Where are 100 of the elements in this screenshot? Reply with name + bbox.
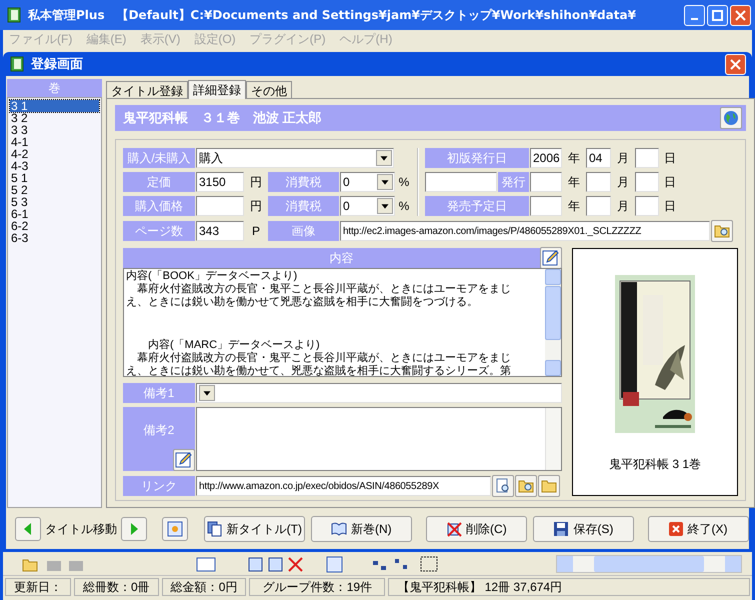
new-title-button[interactable]: 新タイトル(T) [204, 516, 305, 542]
dropdown[interactable]: 0 [340, 172, 395, 192]
delete-button[interactable]: 削除(C) [426, 516, 527, 542]
text-field[interactable]: 2006 [530, 148, 562, 168]
save-button[interactable]: 保存(S) [532, 516, 634, 542]
list-item[interactable]: 5 2 [10, 184, 99, 196]
folder-search-icon [714, 224, 730, 238]
field-label: 発売予定日 [425, 196, 529, 216]
list-item[interactable]: 3 3 [10, 124, 99, 136]
unit-label: 日 [663, 174, 677, 191]
status-field: 総冊数：0冊 [74, 578, 159, 596]
status-field: グループ件数：19件 [249, 578, 386, 596]
list-item[interactable]: 3 2 [10, 112, 99, 124]
caret-icon [376, 150, 392, 166]
documents-icon [206, 520, 223, 536]
maximize-icon [712, 10, 723, 20]
list-item[interactable]: 4-2 [10, 148, 99, 160]
list-item[interactable]: 5 1 [10, 172, 99, 184]
status-field: 【鬼平犯科帳】 12冊 37,674円 [388, 578, 750, 596]
folder-search-button[interactable] [515, 475, 537, 497]
browse-button[interactable] [492, 475, 514, 497]
close-icon [730, 58, 741, 70]
text-field[interactable] [635, 172, 659, 192]
maximize-button[interactable] [707, 4, 728, 26]
field-label: 購入価格 [123, 196, 195, 216]
unit-label: 日 [663, 198, 677, 215]
new-volume-button[interactable]: 新巻(N) [310, 516, 412, 542]
list-header: 巻 [7, 79, 102, 97]
text-field[interactable] [530, 172, 562, 192]
book-icon [331, 520, 347, 536]
folder-button[interactable] [538, 475, 560, 497]
image-search-button[interactable] [711, 220, 733, 242]
list-item[interactable]: 3 1 [10, 100, 99, 112]
list-item[interactable]: 4-1 [10, 136, 99, 148]
field-label: ページ数 [123, 221, 195, 241]
description-line: 幕府火付盗賊改方の長官・鬼平こと長谷川平蔵が、ときにはユーモアをまじ [136, 352, 512, 365]
text-field[interactable]: 04 [586, 148, 611, 168]
field-label: 消費税 [268, 196, 339, 216]
field-label: 備考2 [144, 422, 174, 439]
text-field[interactable] [196, 196, 244, 216]
description-line: え、ときには鋭い勘を働かせて兇悪な盗賊を相手に大奮闘をつづける。 [126, 296, 479, 309]
text-field[interactable] [635, 196, 659, 216]
status-field: 総金額：0円 [162, 578, 246, 596]
unit-label: % [398, 198, 410, 215]
text-field[interactable] [425, 172, 497, 192]
minimize-icon [691, 18, 698, 20]
scrollbar[interactable] [545, 408, 561, 470]
app-icon [6, 7, 22, 23]
field-label: 発行 [498, 172, 529, 192]
text-field[interactable] [530, 196, 562, 216]
text-field[interactable]: 3150 [196, 172, 244, 192]
list-item[interactable]: 6-3 [10, 232, 99, 244]
app-icon [166, 520, 183, 536]
left-arrow-icon [24, 522, 32, 534]
description-line: 内容(「BOOK」データベースより) [126, 270, 298, 282]
description-line: 内容(「MARC」データベースより) [147, 339, 321, 352]
field-label: 定価 [123, 172, 195, 192]
status-field: 更新日： [5, 578, 71, 596]
tab[interactable]: 詳細登録 [188, 80, 246, 99]
next-button[interactable] [121, 516, 147, 540]
navigation-label: タイトル移動 [45, 520, 117, 538]
url-field[interactable]: http://www.amazon.co.jp/exec/obidos/ASIN/486055289X [196, 476, 491, 496]
close-button[interactable] [725, 54, 746, 74]
list-item[interactable]: 6-2 [10, 220, 99, 232]
caret-icon [377, 198, 393, 214]
notes-box[interactable] [196, 407, 562, 471]
dropdown[interactable] [196, 383, 562, 403]
list-item[interactable]: 4-3 [10, 160, 99, 172]
close-button[interactable] [730, 4, 751, 26]
edit-button[interactable] [173, 449, 195, 471]
window-title: 私本管理Plus 【Default】C:¥Documents and Settings¥jam¥デスクトップ¥Work¥shihon¥data¥ [28, 7, 637, 24]
edit-button[interactable] [540, 247, 562, 269]
tab[interactable]: タイトル登録 [106, 81, 188, 98]
pencil-icon [175, 451, 193, 469]
text-field[interactable] [586, 172, 611, 192]
web-button[interactable] [720, 107, 742, 129]
unit-label: 年 [567, 198, 581, 215]
text-field[interactable] [635, 148, 659, 168]
search-icon [495, 478, 511, 494]
list-item[interactable]: 6-1 [10, 208, 99, 220]
list-item[interactable]: 5 3 [10, 196, 99, 208]
url-field[interactable]: http://ec2.images-amazon.com/images/P/486055289X01._SCLZZZZZ [340, 221, 710, 241]
scrollbar[interactable] [545, 269, 561, 376]
text-field[interactable]: 343 [196, 221, 244, 241]
dropdown[interactable]: 購入 [196, 148, 394, 168]
previous-button[interactable] [15, 516, 41, 540]
dropdown[interactable]: 0 [340, 196, 395, 216]
unit-label: P [250, 223, 261, 240]
folder-search-icon [518, 479, 534, 493]
tab[interactable]: その他 [246, 81, 292, 98]
plugin-button[interactable] [162, 516, 188, 540]
scrollbar[interactable] [556, 554, 742, 572]
unit-label: 月 [616, 174, 630, 191]
description-box[interactable]: 内容(「BOOK」データベースより) 幕府火付盗賊改方の長官・鬼平こと長谷川平蔵が、ときにはユーモアをまじ え、ときには鋭い勘を働かせて兇悪な盗賊を相手に大奮闘をつづける。 内容(「MARC」データベースより) 幕府火付盗賊改方の長官・鬼平こと長谷川平蔵が、ときにはユーモアをまじ え、ときには鋭い勘を働かせて、兇悪な盗賊を相手に大奮闘するシリーズ。第 [123, 268, 562, 377]
field-label: 画像 [268, 221, 339, 241]
minimize-button[interactable] [684, 4, 705, 26]
text-field[interactable] [586, 196, 611, 216]
close-button[interactable]: 終了(X) [648, 516, 749, 542]
description-line: え、ときには鋭い勘を働かせて、兇悪な盗賊を相手に大奮闘するシリーズ。第 [126, 365, 512, 376]
unit-label: 日 [663, 150, 677, 167]
